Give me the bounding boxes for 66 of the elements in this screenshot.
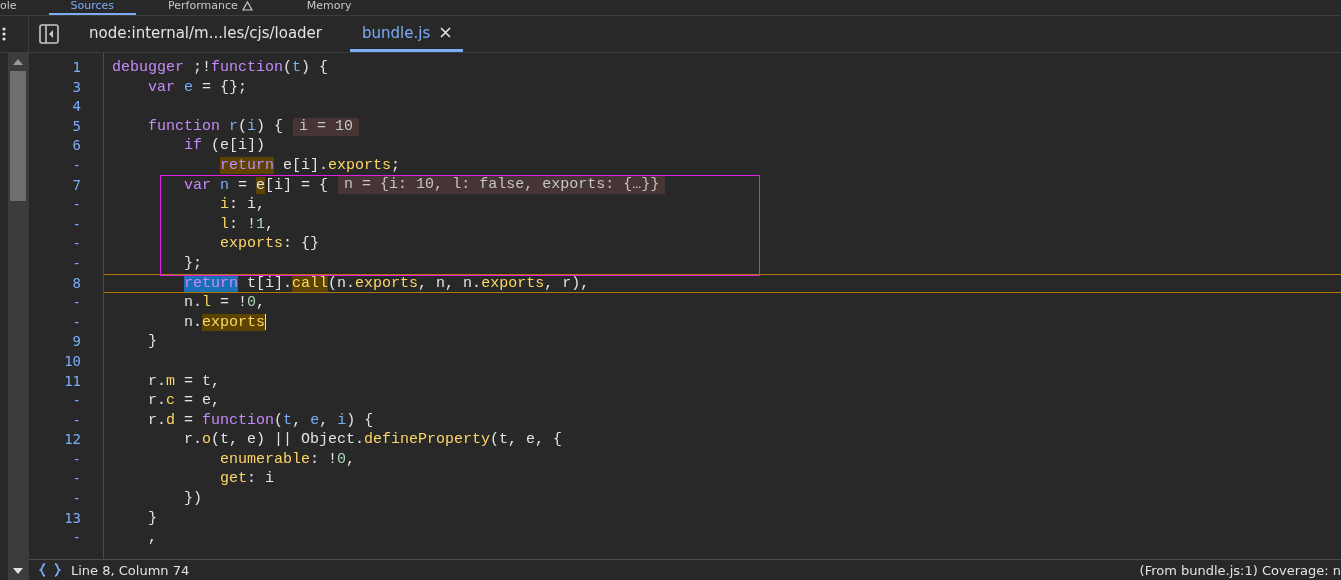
- code-line: var n = e[i] = {: [183, 175, 329, 196]
- code-line: r.d = function(t, e, i) {: [147, 410, 374, 431]
- panel-tab[interactable]: Sources: [48, 0, 137, 15]
- line-number: 1: [71, 58, 82, 77]
- code-line: get: i: [219, 469, 275, 490]
- line-number: -: [71, 155, 82, 175]
- line-number: 3: [71, 77, 82, 97]
- code-line: r.m = t,: [147, 371, 221, 392]
- line-number: 11: [63, 371, 82, 391]
- code-line: }): [183, 489, 203, 509]
- code-line: r.c = e,: [147, 391, 221, 411]
- sidebar-toggle-icon[interactable]: [39, 24, 59, 44]
- line-number: 9: [71, 332, 82, 352]
- scrollbar-thumb[interactable]: [10, 71, 26, 201]
- coverage-text: (From bundle.js:1) Coverage: n: [1139, 562, 1341, 578]
- line-number: 13: [63, 508, 82, 528]
- code-line: n.l = !0,: [183, 293, 266, 313]
- panel-tab[interactable]: Performance: [146, 0, 275, 15]
- line-number: 6: [71, 136, 82, 156]
- inline-value: i = 10: [293, 117, 360, 136]
- code-line: i: i,: [219, 195, 266, 215]
- code-line: ,: [147, 528, 158, 548]
- inline-value: n = {i: 10, l: false, exports: {…}}: [338, 176, 666, 195]
- panel-tab[interactable]: Memory: [284, 0, 374, 15]
- code-line: }: [147, 332, 158, 352]
- code-line: n.exports: [183, 312, 267, 333]
- line-number: -: [71, 195, 82, 215]
- line-number: 7: [71, 175, 82, 195]
- line-number: -: [71, 312, 82, 332]
- line-number: -: [71, 489, 82, 509]
- line-number: -: [71, 234, 82, 254]
- code-line: enumerable: !0,: [219, 449, 356, 470]
- code-line: exports: {}: [219, 234, 320, 254]
- code-line: return e[i].exports;: [219, 155, 401, 176]
- line-number: 4: [71, 97, 82, 117]
- more-icon[interactable]: [2, 26, 6, 42]
- file-tab[interactable]: node:internal/m...les/cjs/loader: [77, 16, 334, 52]
- code-line: r.o(t, e) || Object.defineProperty(t, e, {: [183, 430, 563, 450]
- line-number: -: [71, 391, 82, 411]
- line-number: 12: [63, 430, 82, 450]
- code-line: var e = {};: [147, 77, 248, 98]
- line-number: -: [71, 469, 82, 489]
- line-number: -: [71, 253, 82, 273]
- code-line: l: !1,: [219, 214, 275, 235]
- close-icon[interactable]: [440, 27, 452, 38]
- line-number: -: [71, 449, 82, 469]
- scroll-up-icon[interactable]: [13, 59, 23, 65]
- panel-tab[interactable]: ole: [0, 0, 39, 15]
- code-line: debugger ;!function(t) {: [112, 58, 329, 78]
- line-number: -: [71, 528, 82, 548]
- code-line: function r(i) {: [147, 116, 284, 137]
- code-line: if (e[i]): [183, 136, 266, 156]
- scrollbar[interactable]: [8, 53, 28, 580]
- cursor-position: Line 8, Column 74: [71, 562, 190, 578]
- line-number: -: [71, 410, 82, 430]
- code-line: };: [183, 253, 203, 274]
- scroll-down-icon[interactable]: [13, 568, 23, 574]
- line-number: -: [71, 293, 82, 313]
- line-number: 5: [71, 116, 82, 136]
- line-number: 10: [63, 351, 82, 371]
- code-line: }: [147, 508, 158, 529]
- line-number: -: [71, 214, 82, 234]
- code-line: return t[i].call(n.exports, n, n.exports, r),: [183, 273, 590, 294]
- braces-icon[interactable]: [39, 563, 61, 577]
- line-number: 8: [71, 273, 82, 293]
- file-tab[interactable]: bundle.js: [350, 16, 464, 52]
